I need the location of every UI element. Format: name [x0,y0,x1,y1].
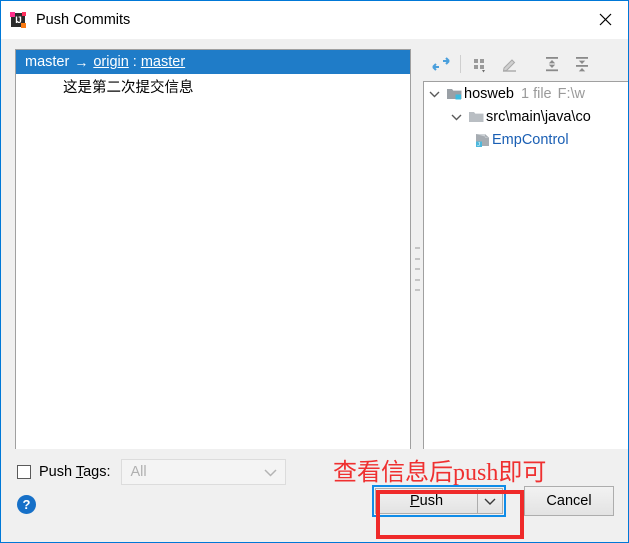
edit-source-icon[interactable] [495,51,525,77]
dialog-buttons: Push Cancel [372,485,614,517]
commit-message: 这是第二次提交信息 [63,79,194,96]
chevron-down-icon[interactable] [424,90,444,98]
tree-row-label: hosweb [464,85,514,102]
file-count-label: 1 file [520,85,552,102]
chevron-down-icon[interactable] [446,113,466,121]
push-dropdown-button[interactable] [477,488,503,514]
separator: : [132,54,137,70]
close-icon[interactable] [582,1,628,38]
tags-select-value: All [130,464,147,480]
svg-text:J: J [477,142,480,147]
changed-files-tree[interactable]: hosweb 1 file F:\w src\main\java\co J Em… [423,81,628,489]
toolbar-divider [460,55,461,73]
page-title: Push Commits [36,12,131,28]
push-split-button: Push [372,485,506,517]
splitter-grip-icon [415,247,420,291]
changed-files-side: hosweb 1 file F:\w src\main\java\co J Em… [423,49,628,489]
intellij-idea-icon: IJ [10,12,26,28]
collapse-diff-icon[interactable] [426,51,456,77]
local-branch-label: master [25,54,70,70]
title-bar: IJ Push Commits [1,1,628,39]
push-tags-label-post: ags: [83,464,111,480]
cancel-button[interactable]: Cancel [524,486,614,516]
remote-name-link[interactable]: origin [93,54,128,70]
chevron-down-icon[interactable] [263,460,277,484]
push-target-row[interactable]: master → origin : master [16,50,410,74]
remote-branch-link[interactable]: master [141,54,185,70]
commit-list[interactable]: master → origin : master 这是第二次提交信息 [16,50,410,472]
help-button[interactable]: ? [17,495,36,514]
tree-row-label: src\main\java\co [486,108,591,125]
group-by-icon[interactable] [465,51,495,77]
tree-row-module[interactable]: hosweb 1 file F:\w [424,82,628,105]
push-tags-checkbox[interactable] [17,465,31,479]
arrow-right-icon: → [74,54,89,70]
folder-icon [466,109,486,124]
list-item[interactable]: 这是第二次提交信息 [16,74,410,98]
push-label-post: ush [419,493,444,509]
panel-splitter[interactable] [412,49,423,489]
dialog-footer: Push Tags: All ? Push Cancel [1,449,628,542]
tree-toolbar [423,49,628,79]
commit-list-panel: master → origin : master 这是第二次提交信息 [15,49,411,489]
push-tags-label: Push Tags: [39,464,111,480]
tree-row-folder[interactable]: src\main\java\co [424,105,628,128]
tree-row-file[interactable]: J EmpControl [424,128,628,151]
help-glyph: ? [22,497,31,512]
push-commits-dialog: IJ Push Commits master → origin : master [0,0,629,543]
tree-row-label[interactable]: EmpControl [492,132,569,148]
dialog-content: master → origin : master 这是第二次提交信息 hoswe… [1,39,628,489]
push-tags-mnemonic: T [75,464,84,480]
java-class-icon: J [472,132,492,147]
push-mnemonic: P [409,493,420,509]
module-folder-icon [444,86,464,101]
push-button[interactable]: Push [375,488,477,514]
collapse-all-icon[interactable] [567,51,597,77]
push-tags-row: Push Tags: All [17,459,286,485]
push-tags-label-pre: Push [39,464,76,480]
module-path-label: F:\w [557,85,586,102]
expand-all-icon[interactable] [537,51,567,77]
tags-select[interactable]: All [120,459,286,485]
cancel-label: Cancel [546,493,592,509]
